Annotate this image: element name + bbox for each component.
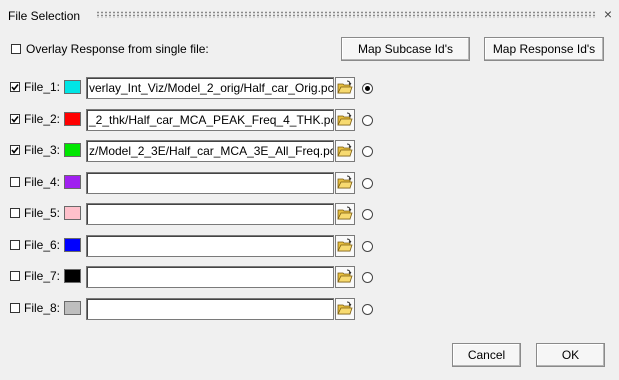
open-folder-icon xyxy=(337,80,353,94)
file-8-label: File_8: xyxy=(24,300,61,315)
file-1-label: File_1: xyxy=(24,80,61,94)
file-2-color-swatch[interactable] xyxy=(64,111,81,126)
open-folder-icon xyxy=(337,206,353,220)
file-5-radio[interactable] xyxy=(362,209,373,220)
file-7-color-swatch[interactable] xyxy=(64,269,81,283)
file-3-path-field[interactable]: z/Model_2_3E/Half_car_MCA_3E_All_Freq.pc… xyxy=(86,140,334,162)
file-8-browse-button[interactable] xyxy=(335,297,355,320)
close-icon[interactable]: × xyxy=(601,6,615,22)
open-folder-icon xyxy=(337,143,353,157)
file-3-color-swatch[interactable] xyxy=(64,143,81,157)
file-3-checkbox[interactable] xyxy=(10,145,20,155)
checkmark-icon xyxy=(11,84,19,91)
file-4-color-swatch[interactable] xyxy=(64,174,81,189)
file-3-label: File_3: xyxy=(24,143,61,157)
overlay-label: Overlay Response from single file: xyxy=(26,42,209,56)
file-3-radio[interactable] xyxy=(362,146,373,157)
ok-button[interactable]: OK xyxy=(536,343,605,367)
file-3-browse-button[interactable] xyxy=(335,140,355,162)
file-8-radio[interactable] xyxy=(362,303,373,315)
map-subcase-ids-button[interactable]: Map Subcase Id's xyxy=(341,37,470,61)
cancel-button[interactable]: Cancel xyxy=(452,343,521,367)
file-1-color-swatch[interactable] xyxy=(64,80,81,94)
checkmark-icon xyxy=(11,115,19,123)
file-1-radio[interactable] xyxy=(362,83,373,94)
open-folder-icon xyxy=(337,175,353,188)
checkmark-icon xyxy=(11,147,19,154)
file-4-path-field[interactable] xyxy=(86,171,334,194)
file-5-path-field[interactable] xyxy=(86,203,334,225)
file-2-browse-button[interactable] xyxy=(335,108,355,131)
window-title: File Selection xyxy=(8,9,81,23)
overlay-checkbox[interactable] xyxy=(11,44,21,54)
file-1-path-field[interactable]: verlay_Int_Viz/Model_2_orig/Half_car_Ori… xyxy=(86,77,334,99)
file-7-checkbox[interactable] xyxy=(10,271,20,281)
file-7-radio[interactable] xyxy=(362,272,373,283)
file-5-label: File_5: xyxy=(24,206,61,220)
file-6-color-swatch[interactable] xyxy=(64,237,81,252)
file-4-checkbox[interactable] xyxy=(10,176,20,187)
file-5-checkbox[interactable] xyxy=(10,208,20,218)
file-5-color-swatch[interactable] xyxy=(64,206,81,220)
file-1-browse-button[interactable] xyxy=(335,77,355,99)
file-1-checkbox[interactable] xyxy=(10,82,20,92)
file-4-label: File_4: xyxy=(24,174,61,189)
file-6-checkbox[interactable] xyxy=(10,239,20,250)
file-2-checkbox[interactable] xyxy=(10,113,20,124)
file-6-path-field[interactable] xyxy=(86,234,334,257)
file-2-radio[interactable] xyxy=(362,114,373,126)
file-4-radio[interactable] xyxy=(362,177,373,189)
title-bar: File Selection × xyxy=(0,0,619,32)
file-6-browse-button[interactable] xyxy=(335,234,355,257)
file-6-radio[interactable] xyxy=(362,240,373,252)
open-folder-icon xyxy=(337,238,353,251)
file-6-label: File_6: xyxy=(24,237,61,252)
radio-dot xyxy=(365,86,370,91)
file-4-browse-button[interactable] xyxy=(335,171,355,194)
drag-grip[interactable] xyxy=(96,11,596,18)
map-response-ids-button[interactable]: Map Response Id's xyxy=(484,37,604,61)
open-folder-icon xyxy=(337,301,353,314)
file-5-browse-button[interactable] xyxy=(335,203,355,225)
file-8-color-swatch[interactable] xyxy=(64,300,81,315)
file-7-browse-button[interactable] xyxy=(335,266,355,288)
open-folder-icon xyxy=(337,112,353,125)
file-2-path-field[interactable]: _2_thk/Half_car_MCA_PEAK_Freq_4_THK.pch xyxy=(86,108,334,131)
file-8-path-field[interactable] xyxy=(86,297,334,320)
file-8-checkbox[interactable] xyxy=(10,302,20,313)
file-7-label: File_7: xyxy=(24,269,61,283)
file-7-path-field[interactable] xyxy=(86,266,334,288)
open-folder-icon xyxy=(337,269,353,283)
file-2-label: File_2: xyxy=(24,111,61,126)
